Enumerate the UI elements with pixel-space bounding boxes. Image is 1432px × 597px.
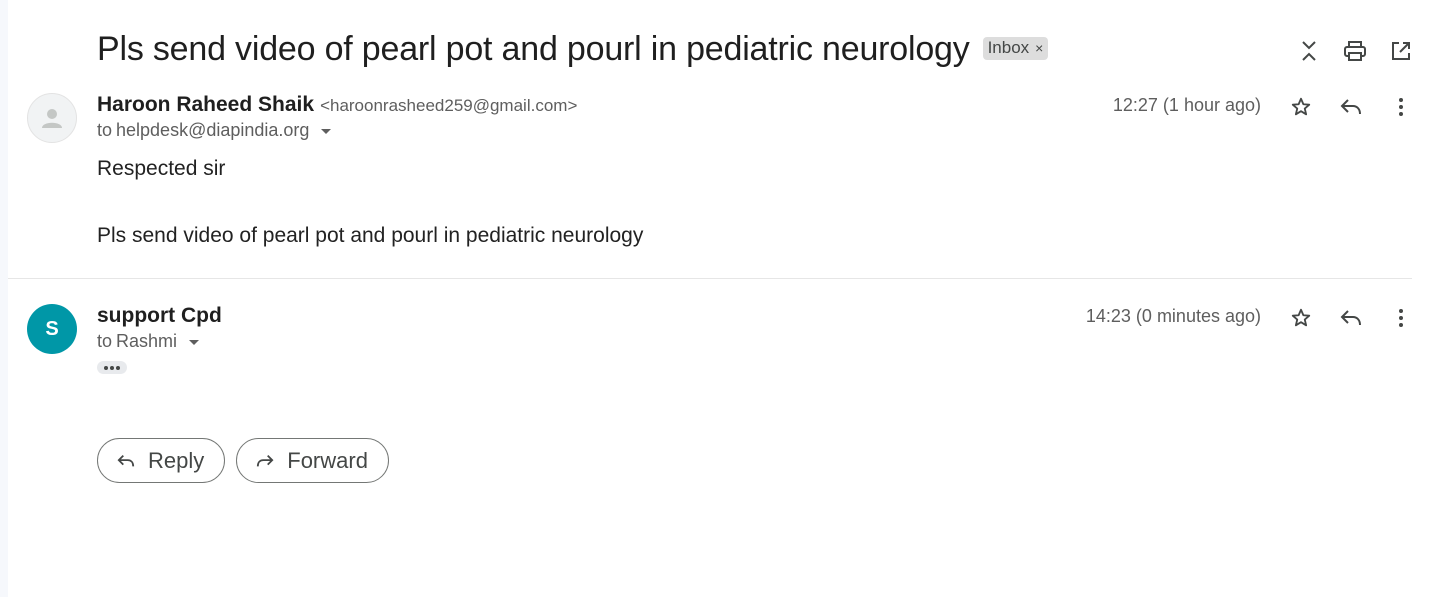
message-actions	[1288, 92, 1414, 122]
sender-email[interactable]: <haroonrasheed259@gmail.com>	[320, 96, 577, 116]
forward-button[interactable]: Forward	[236, 438, 389, 483]
subject-row: Pls send video of pearl pot and pourl in…	[97, 30, 1049, 69]
default-person-icon	[42, 109, 62, 128]
ellipsis-dot	[104, 365, 108, 370]
recipient-line: to Rashmi	[97, 331, 200, 352]
star-icon[interactable]	[1288, 92, 1314, 122]
label-name: Inbox	[987, 38, 1030, 57]
sender-name[interactable]: Haroon Raheed Shaik	[97, 93, 314, 117]
reply-button[interactable]: Reply	[97, 438, 226, 483]
forward-icon	[257, 454, 274, 466]
to-prefix: to	[97, 120, 113, 140]
sender-name[interactable]: support Cpd	[97, 304, 222, 328]
sender-avatar[interactable]: S	[27, 304, 77, 354]
recipient: Rashmi	[116, 331, 178, 351]
message-time: 12:27 (1 hour ago)	[1112, 95, 1261, 115]
print-icon[interactable]	[1342, 36, 1368, 66]
recipient: helpdesk@diapindia.org	[116, 120, 310, 140]
email-subject: Pls send video of pearl pot and pourl in…	[97, 30, 970, 68]
to-prefix: to	[97, 331, 113, 351]
inbox-label-chip[interactable]: Inbox ×	[982, 37, 1049, 60]
sender-line: Haroon Raheed Shaik <haroonrasheed259@gm…	[97, 93, 577, 117]
message-body-line-2: Pls send video of pearl pot and pourl in…	[97, 224, 644, 247]
show-details-icon[interactable]	[321, 129, 332, 134]
sender-line: support Cpd	[97, 304, 222, 328]
ellipsis-dot	[110, 365, 114, 370]
reply-icon[interactable]	[1338, 303, 1364, 333]
collapse-expand-icon[interactable]	[1296, 36, 1322, 66]
reply-icon[interactable]	[1338, 92, 1364, 122]
more-options-icon[interactable]	[1388, 303, 1414, 333]
left-panel-edge	[0, 0, 8, 597]
remove-label-icon[interactable]: ×	[1035, 40, 1043, 56]
message-divider	[8, 278, 1412, 279]
forward-label: Forward	[287, 447, 368, 473]
recipient-line: to helpdesk@diapindia.org	[97, 120, 332, 141]
reply-label: Reply	[148, 447, 205, 473]
show-details-icon[interactable]	[189, 340, 200, 345]
more-options-icon[interactable]	[1388, 92, 1414, 122]
message-actions	[1288, 303, 1414, 333]
sender-avatar[interactable]	[27, 93, 77, 143]
ellipsis-dot	[116, 365, 120, 370]
open-in-new-window-icon[interactable]	[1388, 36, 1414, 66]
thread-actions	[1296, 36, 1414, 66]
reply-icon	[117, 454, 135, 466]
message-time: 14:23 (0 minutes ago)	[1085, 306, 1261, 326]
message-body-line-1: Respected sir	[97, 157, 226, 180]
star-icon[interactable]	[1288, 303, 1314, 333]
show-trimmed-content-button[interactable]	[97, 361, 127, 374]
reply-bar: Reply Forward	[97, 438, 389, 483]
